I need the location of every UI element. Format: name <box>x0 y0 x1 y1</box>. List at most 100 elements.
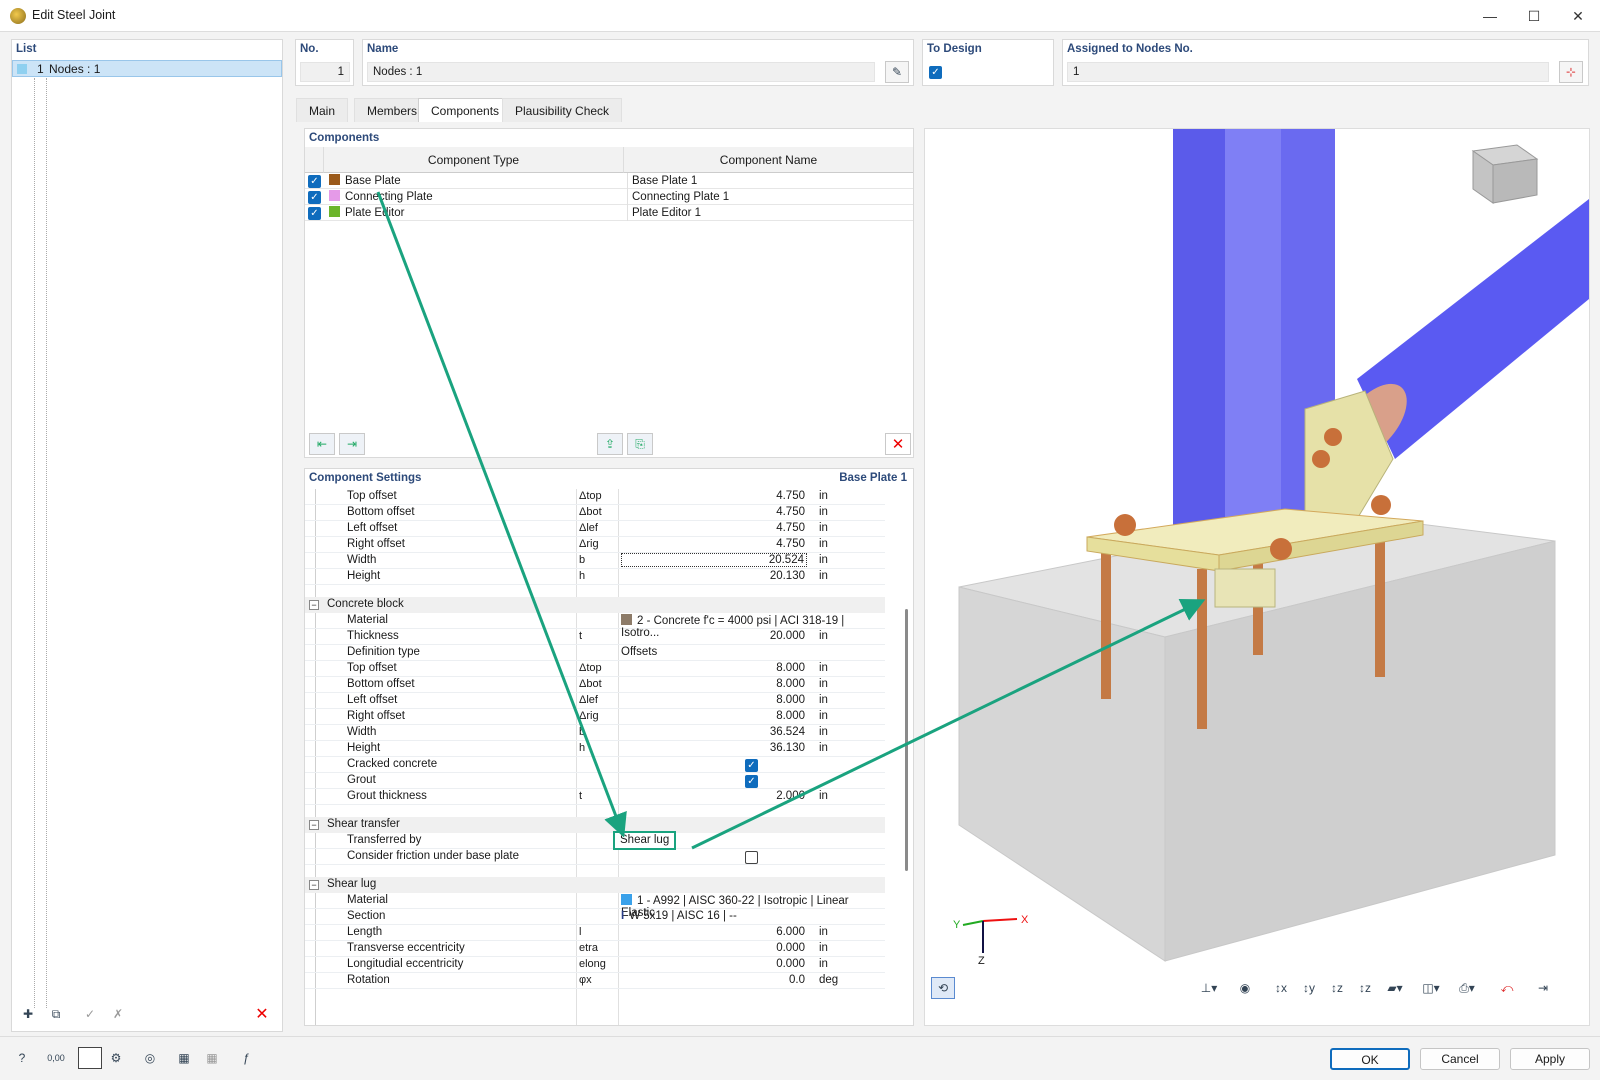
shear-lug-section-value[interactable]: I W 5x19 | AISC 16 | -- <box>621 910 737 922</box>
setting-row[interactable]: Width b 20.524 in <box>305 553 885 569</box>
setting-row[interactable]: Height h 20.130 in <box>305 569 885 585</box>
render-mode-icon[interactable]: ▰▾ <box>1383 977 1407 999</box>
grout-checkbox[interactable]: ✓ <box>745 775 758 788</box>
setting-row[interactable]: Rotation φx 0.0 deg <box>305 973 885 989</box>
setting-value[interactable]: 0.0 <box>789 974 805 986</box>
formula-icon[interactable]: ƒ <box>234 1047 258 1069</box>
color-icon[interactable] <box>78 1047 102 1069</box>
setting-value[interactable]: 8.000 <box>776 710 805 722</box>
view-x-icon[interactable]: ↕x <box>1269 977 1293 999</box>
move-up-icon[interactable]: ⇤ <box>309 433 335 455</box>
export-view-icon[interactable]: ⇥ <box>1531 977 1555 999</box>
setting-row[interactable]: Bottom offset Δbot 8.000 in <box>305 677 885 693</box>
coordinate-system-icon[interactable]: ⊥▾ <box>1197 977 1221 999</box>
setting-value[interactable]: 20.524 <box>621 553 807 567</box>
setting-row[interactable]: Transferred by Shear lug <box>305 831 885 850</box>
model-viewer[interactable]: X Y Z ⟲ ⊥▾ ◉ ↕x ↕y ↕z ↕z ▰▾ ◫▾ ⎙▾ ⤺ ⇥ <box>924 128 1590 1026</box>
setting-row[interactable]: Definition type Offsets <box>305 645 885 661</box>
check-all-icon[interactable]: ✓ <box>78 1003 102 1025</box>
tab-plausibility-check[interactable]: Plausibility Check <box>502 98 623 122</box>
setting-row[interactable]: Grout ✓ <box>305 773 885 789</box>
model-icon[interactable]: ▦ <box>172 1047 196 1069</box>
transferred-by-value[interactable]: Shear lug <box>613 831 677 850</box>
delete-item-icon[interactable]: ✕ <box>250 1003 274 1025</box>
definition-type-value[interactable]: Offsets <box>621 646 657 658</box>
setting-row[interactable]: Material 2 - Concrete f'c = 4000 psi | AC… <box>305 613 885 639</box>
view-icon[interactable]: ◎ <box>138 1047 162 1069</box>
setting-row[interactable]: Length l 6.000 in <box>305 925 885 941</box>
design-checkbox[interactable]: ✓ <box>929 66 942 79</box>
new-item-icon[interactable]: ✚ <box>16 1003 40 1025</box>
setting-value[interactable]: 8.000 <box>776 662 805 674</box>
uncheck-all-icon[interactable]: ✗ <box>106 1003 130 1025</box>
no-field[interactable]: 1 <box>300 62 350 82</box>
setting-row[interactable]: Material 1 - A992 | AISC 360-22 | Isotrop… <box>305 893 885 919</box>
setting-value[interactable]: 4.750 <box>776 506 805 518</box>
setting-row[interactable]: Width b 36.524 in <box>305 725 885 741</box>
help-icon[interactable]: ? <box>10 1047 34 1069</box>
maximize-button[interactable]: ☐ <box>1512 0 1556 32</box>
setting-row[interactable]: Consider friction under base plate <box>305 849 885 865</box>
reset-view-icon[interactable]: ⤺ <box>1495 977 1519 999</box>
setting-row[interactable]: Thickness t 20.000 in <box>305 629 885 645</box>
setting-value[interactable]: 36.130 <box>770 742 805 754</box>
setting-value[interactable]: 0.000 <box>776 958 805 970</box>
setting-value[interactable]: 20.130 <box>770 570 805 582</box>
move-down-icon[interactable]: ⇥ <box>339 433 365 455</box>
component-row[interactable]: ✓ Plate Editor Plate Editor 1 <box>305 205 913 221</box>
setting-row[interactable]: Transverse eccentricity etra 0.000 in <box>305 941 885 957</box>
setting-row[interactable]: Cracked concrete ✓ <box>305 757 885 773</box>
display-options-icon[interactable]: ◉ <box>1233 977 1257 999</box>
settings-icon[interactable]: ⚙ <box>104 1047 128 1069</box>
units-icon[interactable]: 0,00 <box>44 1047 68 1069</box>
pick-nodes-icon[interactable]: ⊹ <box>1559 61 1583 83</box>
setting-row[interactable]: Bottom offset Δbot 4.750 in <box>305 505 885 521</box>
nodes-field[interactable]: 1 <box>1067 62 1549 82</box>
setting-value[interactable]: 20.000 <box>770 630 805 642</box>
minimize-button[interactable]: — <box>1468 0 1512 32</box>
component-checkbox[interactable]: ✓ <box>308 207 321 220</box>
setting-row[interactable]: Top offset Δtop 4.750 in <box>305 489 885 505</box>
setting-value[interactable]: 4.750 <box>776 522 805 534</box>
cracked-concrete-checkbox[interactable]: ✓ <box>745 759 758 772</box>
save-component-icon[interactable]: ⎘ <box>627 433 653 455</box>
name-field[interactable]: Nodes : 1 <box>367 62 875 82</box>
column-header-component-type[interactable]: Component Type <box>323 147 623 173</box>
table-icon[interactable]: ▦ <box>200 1047 224 1069</box>
setting-row[interactable]: Left offset Δlef 8.000 in <box>305 693 885 709</box>
setting-row[interactable]: Top offset Δtop 8.000 in <box>305 661 885 677</box>
copy-item-icon[interactable]: ⧉ <box>44 1003 68 1025</box>
setting-value[interactable]: 4.750 <box>776 490 805 502</box>
view-minus-y-icon[interactable]: ↕y <box>1297 977 1321 999</box>
settings-group[interactable]: − Shear lug <box>305 877 885 893</box>
list-item[interactable]: 1 Nodes : 1 <box>12 60 282 77</box>
collapse-icon[interactable]: − <box>309 880 319 890</box>
tab-components[interactable]: Components <box>418 98 513 122</box>
ok-button[interactable]: OK <box>1330 1048 1410 1070</box>
component-checkbox[interactable]: ✓ <box>308 191 321 204</box>
setting-value[interactable]: 8.000 <box>776 694 805 706</box>
setting-row[interactable]: Grout thickness t 2.000 in <box>305 789 885 805</box>
setting-row[interactable]: Longitudial eccentricity elong 0.000 in <box>305 957 885 973</box>
column-header-component-name[interactable]: Component Name <box>623 147 913 173</box>
import-component-icon[interactable]: ⇪ <box>597 433 623 455</box>
friction-checkbox[interactable] <box>745 851 758 864</box>
component-row[interactable]: ✓ Connecting Plate Connecting Plate 1 <box>305 189 913 205</box>
view-settings-icon[interactable]: ⟲ <box>931 977 955 999</box>
settings-group[interactable]: − Shear transfer <box>305 817 885 833</box>
component-row[interactable]: ✓ Base Plate Base Plate 1 <box>305 173 913 189</box>
visibility-icon[interactable]: ◫▾ <box>1419 977 1443 999</box>
component-checkbox[interactable]: ✓ <box>308 175 321 188</box>
settings-scrollbar[interactable] <box>905 609 908 871</box>
tab-main[interactable]: Main <box>296 98 349 122</box>
close-button[interactable]: ✕ <box>1556 0 1600 32</box>
setting-value[interactable]: 6.000 <box>776 926 805 938</box>
setting-value[interactable]: 4.750 <box>776 538 805 550</box>
edit-name-icon[interactable]: ✎ <box>885 61 909 83</box>
view-minus-z-icon[interactable]: ↕z <box>1353 977 1377 999</box>
setting-row[interactable]: Right offset Δrig 4.750 in <box>305 537 885 553</box>
setting-row[interactable]: Right offset Δrig 8.000 in <box>305 709 885 725</box>
delete-component-icon[interactable]: ✕ <box>885 433 911 455</box>
apply-button[interactable]: Apply <box>1510 1048 1590 1070</box>
setting-row[interactable]: Section I W 5x19 | AISC 16 | -- <box>305 909 885 925</box>
